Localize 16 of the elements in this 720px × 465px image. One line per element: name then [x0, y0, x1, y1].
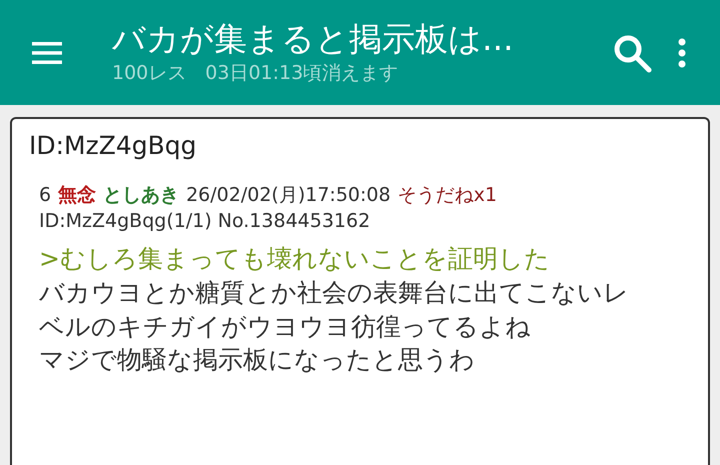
post-date: 26/02/02(月)17:50:08	[186, 183, 391, 208]
like-count[interactable]: そうだねx1	[398, 182, 497, 208]
poster-name: としあき	[103, 183, 180, 208]
search-icon[interactable]	[612, 32, 652, 72]
post-subject: 無念	[58, 183, 96, 208]
post-text-line: ベルのキチガイがウヨウヨ彷徨ってるよね	[39, 310, 531, 342]
thread-subtitle: 100レス 03日01:13頃消えます	[112, 61, 400, 86]
post-number: 6	[39, 184, 52, 206]
popup-title: ID:MzZ4gBqg	[29, 131, 197, 160]
post-text-line: バカウヨとか糖質とか社会の表舞台に出てこないレ	[39, 276, 629, 309]
post-id-line: ID:MzZ4gBqg(1/1) No.1384453162	[39, 210, 372, 232]
post-text-line: マジで物騒な掲示板になったと思うわ	[39, 344, 475, 376]
menu-icon[interactable]	[32, 40, 62, 64]
thread-title: バカが集まると掲示板は...	[112, 18, 514, 58]
quote-line: >むしろ集まっても壊れないことを証明した	[39, 243, 550, 275]
more-options-icon[interactable]	[678, 38, 686, 68]
